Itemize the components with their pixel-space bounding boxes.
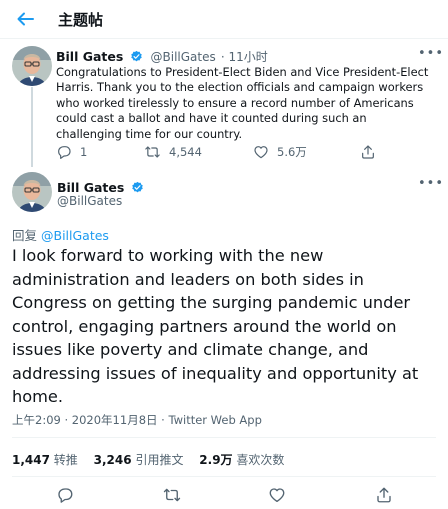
page-title: 主题帖 xyxy=(58,11,104,29)
retweet-icon xyxy=(145,146,160,158)
quotes-count[interactable]: 3,246 xyxy=(94,453,132,467)
author-handle[interactable]: @BillGates xyxy=(57,194,122,208)
tweet-stats: 1,447 转推 3,246 引用推文 2.9万 喜欢次数 xyxy=(12,451,296,468)
author-name[interactable]: Bill Gates xyxy=(56,49,123,64)
share-icon[interactable] xyxy=(375,486,393,504)
more-icon[interactable]: ••• xyxy=(418,47,443,60)
divider xyxy=(12,476,436,477)
back-arrow-icon[interactable] xyxy=(14,8,36,30)
retweet-button[interactable]: 4,544 xyxy=(144,144,202,160)
main-tweet-text: I look forward to working with the new a… xyxy=(12,246,419,406)
like-count: 5.6万 xyxy=(277,145,307,159)
reply-to-handle-link[interactable]: @BillGates xyxy=(41,228,109,243)
reply-to-line: 回复 @BillGates xyxy=(12,225,109,244)
more-icon[interactable]: ••• xyxy=(418,177,443,190)
reply-icon xyxy=(58,146,71,159)
retweets-count[interactable]: 1,447 xyxy=(12,453,50,467)
verified-badge-icon xyxy=(131,179,144,198)
top-bar: 主题帖 xyxy=(0,0,448,39)
author-name[interactable]: Bill Gates xyxy=(57,180,124,195)
retweet-icon[interactable] xyxy=(163,486,181,504)
reply-icon[interactable] xyxy=(56,486,74,504)
avatar[interactable] xyxy=(12,46,52,86)
parent-tweet-header: Bill Gates @BillGates · 11小时 xyxy=(56,46,268,67)
likes-count[interactable]: 2.9万 xyxy=(199,453,232,467)
likes-label[interactable]: 喜欢次数 xyxy=(236,453,284,467)
reply-label: 回复 xyxy=(12,228,38,243)
retweets-label[interactable]: 转推 xyxy=(54,453,78,467)
share-icon xyxy=(362,145,374,159)
reply-count: 1 xyxy=(80,145,88,159)
like-icon[interactable] xyxy=(268,486,286,504)
like-icon xyxy=(254,146,268,159)
parent-tweet-actions: 1 4,544 5.6万 xyxy=(0,144,448,164)
avatar[interactable] xyxy=(12,172,52,212)
divider xyxy=(12,437,436,438)
like-button[interactable]: 5.6万 xyxy=(253,144,307,160)
main-tweet-actions xyxy=(0,486,448,506)
parent-tweet-text: Congratulations to President-Elect Biden… xyxy=(56,65,429,141)
tweet-timestamp[interactable]: 上午2:09 · 2020年11月8日 · Twitter Web App xyxy=(12,412,262,428)
share-button[interactable] xyxy=(360,144,376,160)
reply-button[interactable]: 1 xyxy=(56,144,87,160)
tweet-time[interactable]: · 11小时 xyxy=(221,50,268,64)
retweet-count: 4,544 xyxy=(169,145,202,159)
author-handle[interactable]: @BillGates xyxy=(151,50,216,64)
quotes-label[interactable]: 引用推文 xyxy=(135,453,183,467)
